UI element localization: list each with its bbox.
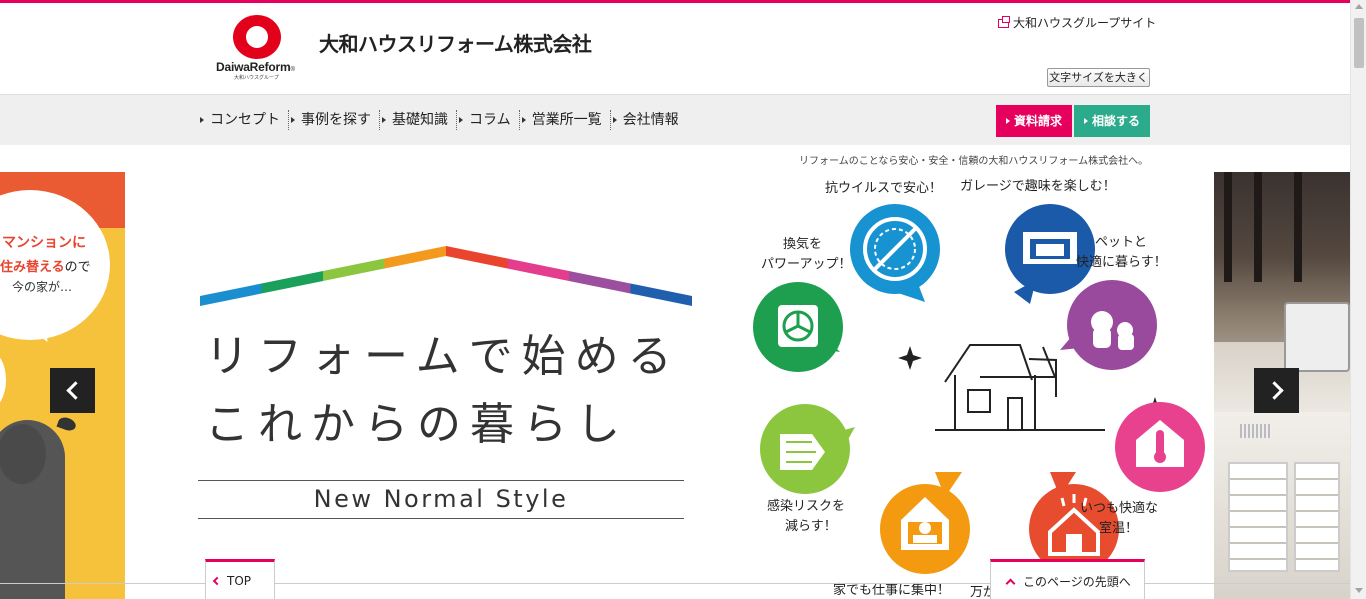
nav-item-offices[interactable]: 営業所一覧 bbox=[520, 110, 611, 130]
slide-left-line2-rest: ので bbox=[64, 260, 91, 275]
home-work-icon bbox=[880, 472, 970, 574]
nav-item-basics[interactable]: 基礎知識 bbox=[380, 110, 457, 130]
slide-left-line1: マンションに bbox=[2, 235, 86, 251]
label-pet-2: 快適に暮らす！ bbox=[1076, 255, 1167, 270]
label-infection-1: 感染リスクを bbox=[767, 499, 846, 514]
slide-left-line2-highlight: 住み替える bbox=[0, 260, 65, 275]
slide-left-line3: 今の家が… bbox=[12, 280, 73, 294]
roof-stripe-segment bbox=[200, 283, 262, 306]
site-header: DaiwaReform® 大和ハウスグループ 大和ハウスリフォーム株式会社 大和… bbox=[0, 3, 1350, 94]
pet-icon bbox=[1060, 280, 1157, 370]
beam bbox=[1224, 172, 1232, 282]
subtitle-rule-bottom bbox=[198, 518, 684, 519]
slide-headline-line2: これからの暮らし bbox=[205, 399, 629, 450]
label-antivirus: 抗ウイルスで安心！ bbox=[825, 181, 943, 196]
slide-headline-line1: リフォームで始める bbox=[205, 331, 681, 382]
daiwa-reform-logo[interactable]: DaiwaReform® 大和ハウスグループ bbox=[214, 13, 304, 87]
thermometer-house-icon bbox=[1115, 402, 1205, 492]
page-top-button[interactable]: このページの先頭へ bbox=[990, 559, 1145, 599]
vertical-scrollbar[interactable] bbox=[1350, 0, 1366, 599]
antivirus-icon bbox=[850, 204, 940, 302]
label-pet-1: ペットと bbox=[1095, 235, 1148, 250]
label-temp-1: いつも快適な bbox=[1080, 501, 1159, 516]
label-ventilation-1: 換気を bbox=[783, 237, 823, 252]
roof-stripe-segment bbox=[261, 271, 323, 294]
slide-left-circle bbox=[0, 350, 6, 410]
slider-prev-button[interactable] bbox=[50, 368, 95, 413]
shelf bbox=[1228, 462, 1288, 572]
nav-item-company[interactable]: 会社情報 bbox=[611, 110, 687, 130]
roof-stripe-graphic bbox=[200, 246, 692, 306]
beam bbox=[1294, 172, 1302, 282]
handwash-icon bbox=[760, 404, 855, 494]
chair bbox=[1284, 302, 1350, 372]
font-size-button[interactable]: 文字サイズを大きく bbox=[1047, 68, 1150, 87]
label-temp-2: 室温！ bbox=[1099, 521, 1139, 536]
slider-next-button[interactable] bbox=[1254, 368, 1299, 413]
chevron-left-icon bbox=[212, 576, 222, 586]
scrollbar-thumb[interactable] bbox=[1354, 18, 1364, 68]
top-tab-label: TOP bbox=[227, 574, 252, 588]
roof-stripe-segment bbox=[569, 271, 631, 294]
label-work: 家でも仕事に集中！ bbox=[833, 583, 951, 598]
logo-subtext: 大和ハウスグループ bbox=[234, 75, 279, 81]
beam bbox=[1254, 172, 1262, 282]
consult-button[interactable]: 相談する bbox=[1074, 105, 1150, 137]
company-name: 大和ハウスリフォーム株式会社 bbox=[319, 32, 592, 56]
roof-stripe-segment bbox=[507, 258, 569, 281]
roof-stripe-segment bbox=[323, 258, 385, 281]
slide-subtitle: New Normal Style bbox=[313, 485, 569, 513]
group-site-link[interactable]: 大和ハウスグループサイト bbox=[998, 14, 1156, 31]
roof-stripe-segment bbox=[446, 246, 508, 269]
roof-stripe-segment bbox=[384, 246, 446, 269]
request-documents-button[interactable]: 資料請求 bbox=[996, 105, 1072, 137]
roof-stripe-segment bbox=[630, 283, 692, 306]
slide-current[interactable]: リフォームで始める これからの暮らし New Normal Style 抗ウイル… bbox=[125, 172, 1214, 599]
label-infection-2: 減らす！ bbox=[785, 519, 837, 534]
house-outline-icon bbox=[935, 344, 1105, 431]
scroll-up-arrow-icon[interactable] bbox=[1355, 4, 1363, 9]
top-tab[interactable]: TOP bbox=[205, 559, 275, 599]
global-nav: コンセプト 事例を探す 基礎知識 コラム 営業所一覧 会社情報 資料請求 相談す… bbox=[0, 94, 1350, 145]
nav-items: コンセプト 事例を探す 基礎知識 コラム 営業所一覧 会社情報 bbox=[198, 110, 687, 130]
external-link-icon bbox=[998, 16, 1010, 28]
label-garage: ガレージで趣味を楽しむ！ bbox=[960, 179, 1116, 194]
slide-left-line2: 住み替えるので bbox=[0, 256, 91, 275]
ventilation-fan-icon bbox=[753, 282, 843, 372]
ceiling-vent bbox=[1240, 424, 1272, 438]
nav-item-cases[interactable]: 事例を探す bbox=[289, 110, 380, 130]
person-head-silhouette bbox=[0, 424, 46, 484]
logo-ring-icon bbox=[233, 15, 281, 59]
page-top-label: このページの先頭へ bbox=[1023, 575, 1131, 589]
shelf bbox=[1294, 462, 1340, 572]
logo-wordmark: DaiwaReform bbox=[216, 60, 291, 74]
chevron-up-icon bbox=[1005, 578, 1016, 589]
subtitle-rule-top bbox=[198, 480, 684, 481]
bottom-divider bbox=[0, 583, 1350, 584]
group-site-link-label: 大和ハウスグループサイト bbox=[1013, 16, 1157, 30]
sweat-drop-icon bbox=[56, 415, 78, 433]
nav-item-concept[interactable]: コンセプト bbox=[198, 110, 289, 130]
scroll-down-arrow-icon[interactable] bbox=[1355, 588, 1363, 593]
site-tagline: リフォームのことなら安心・安全・信頼の大和ハウスリフォーム株式会社へ。 bbox=[799, 156, 1149, 167]
logo-registered-mark: ® bbox=[290, 67, 295, 73]
nav-item-column[interactable]: コラム bbox=[457, 110, 520, 130]
label-ventilation-2: パワーアップ！ bbox=[761, 257, 852, 272]
